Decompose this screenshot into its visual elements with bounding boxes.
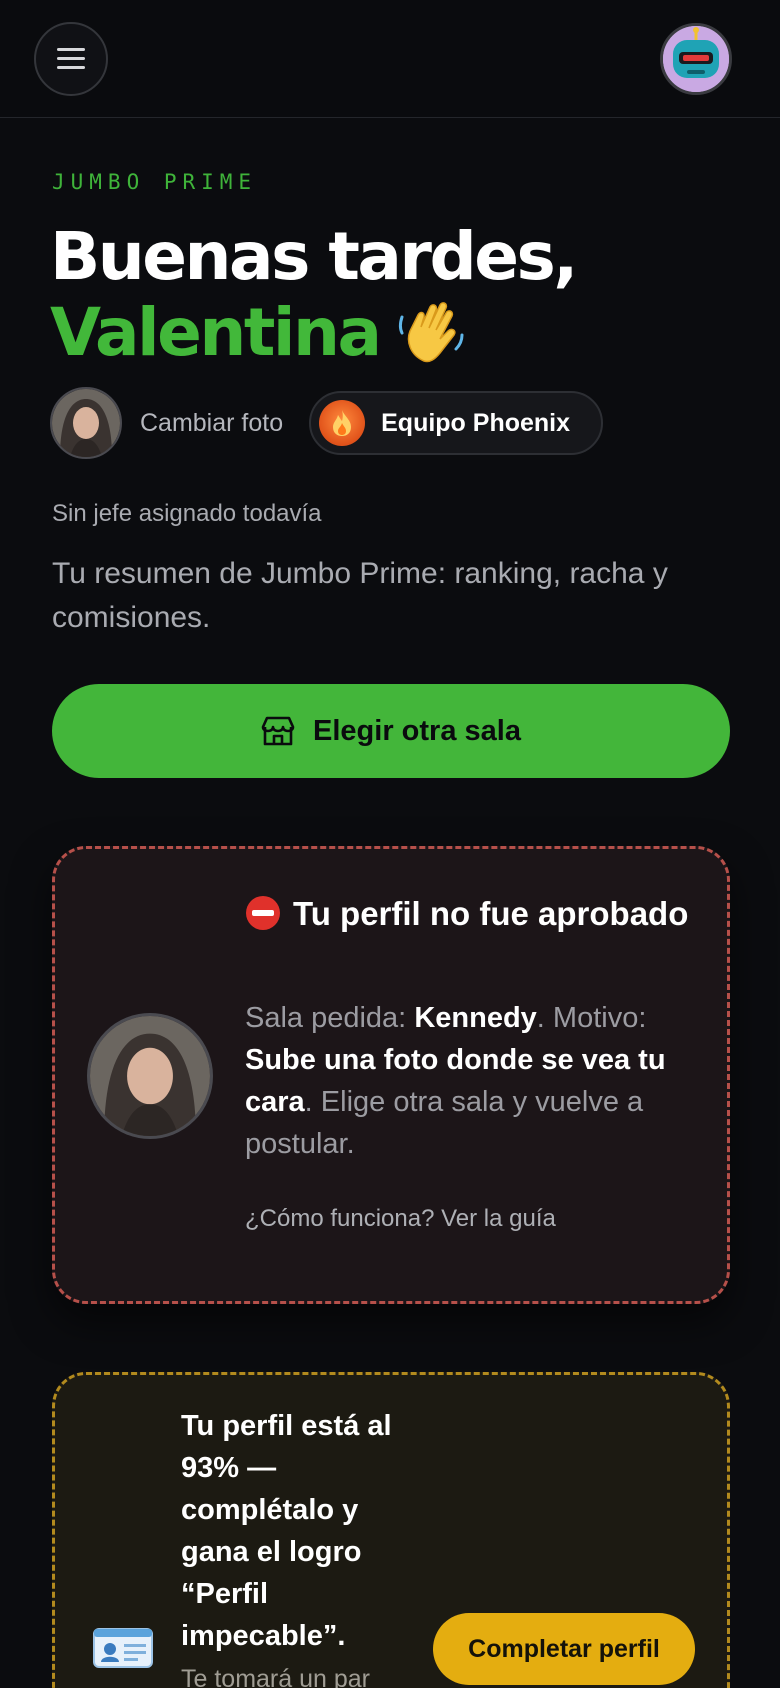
summary-text: Tu resumen de Jumbo Prime: ranking, rach… (52, 557, 668, 634)
brand-eyebrow: JUMBO PRIME (52, 170, 258, 194)
profile-completion-card: Tu perfil está al 93% — complétalo y gan… (52, 1372, 730, 1688)
boss-status: Sin jefe asignado todavía (52, 500, 322, 527)
rejection-title-text: Tu perfil no fue aprobado (293, 895, 689, 932)
completion-subtext: Te tomará un par (181, 1665, 370, 1688)
rejection-suffix: . Elige otra sala y vuelve a postular. (245, 1086, 644, 1160)
rejected-profile-photo (87, 1013, 213, 1139)
robot-avatar-icon (663, 26, 729, 92)
team-badge[interactable]: Equipo Phoenix (309, 391, 604, 455)
team-name: Equipo Phoenix (381, 408, 571, 437)
menu-button[interactable] (34, 22, 108, 96)
choose-room-label: Elegir otra sala (313, 714, 521, 747)
profile-photo[interactable] (50, 387, 122, 459)
store-icon (261, 716, 295, 746)
profile-photo-row: Cambiar foto Equipo Phoenix (50, 386, 604, 460)
rejection-details: Sala pedida: Kennedy. Motivo: Sube una f… (245, 997, 705, 1165)
user-portrait-icon (90, 1016, 210, 1136)
rejection-title: Tu perfil no fue aprobado (245, 889, 705, 939)
fire-icon (319, 400, 366, 446)
hamburger-menu-icon (57, 48, 85, 70)
top-bar (0, 0, 780, 118)
profile-rejected-card: Tu perfil no fue aprobado Sala pedida: K… (52, 846, 730, 1304)
change-photo-link[interactable]: Cambiar foto (140, 409, 283, 438)
choose-room-button[interactable]: Elegir otra sala (52, 684, 730, 778)
complete-profile-label: Completar perfil (468, 1634, 660, 1663)
how-it-works-link[interactable]: ¿Cómo funciona? Ver la guía (245, 1205, 556, 1233)
user-portrait-icon (52, 389, 120, 457)
reason-prefix: . Motivo: (536, 1002, 647, 1034)
user-name: Valentina (50, 293, 382, 371)
requested-room: Kennedy (414, 1002, 537, 1034)
complete-profile-button[interactable]: Completar perfil (433, 1613, 695, 1685)
id-card-icon (93, 1628, 153, 1668)
user-name-heading: Valentina (50, 293, 468, 371)
dashboard-page: JUMBO PRIME Buenas tardes, Valentina Cam… (0, 0, 780, 1688)
greeting-heading: Buenas tardes, (50, 218, 578, 295)
no-entry-icon (246, 896, 280, 930)
user-avatar-button[interactable] (660, 23, 732, 95)
completion-headline: Tu perfil está al 93% — complétalo y gan… (181, 1410, 392, 1652)
room-prefix: Sala pedida: (245, 1002, 415, 1034)
waving-hand-icon (398, 302, 464, 363)
